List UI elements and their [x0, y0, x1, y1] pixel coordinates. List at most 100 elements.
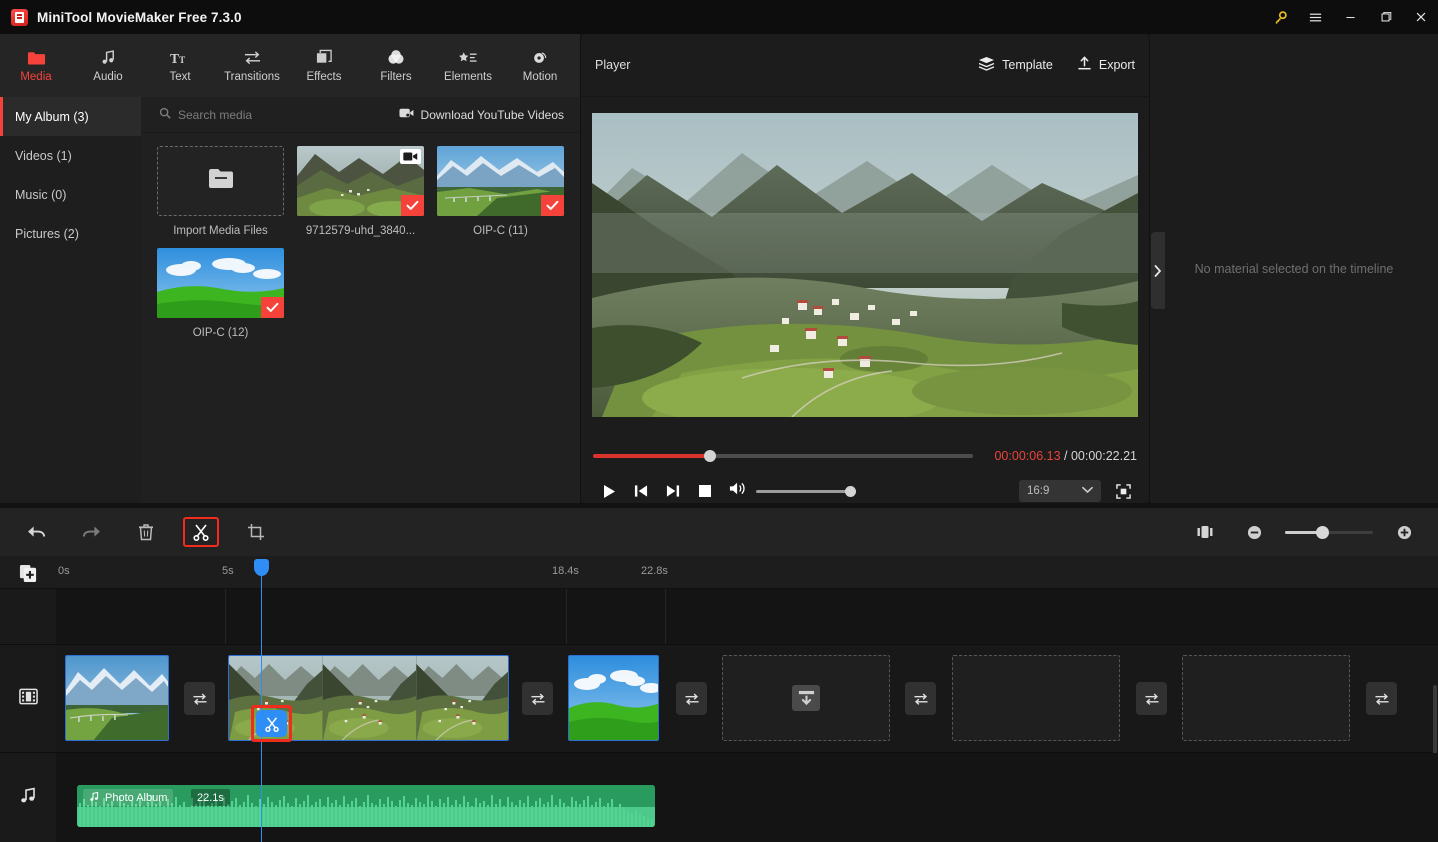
- volume-slider[interactable]: [756, 485, 856, 497]
- media-thumbnail[interactable]: [297, 146, 424, 216]
- delete-button[interactable]: [128, 517, 164, 547]
- tab-media[interactable]: Media: [0, 34, 72, 97]
- media-thumbnail[interactable]: [157, 248, 284, 318]
- player-title: Player: [595, 58, 631, 72]
- timeline-toolbar-left: [18, 517, 274, 547]
- split-button[interactable]: [183, 517, 219, 547]
- audio-clip-label: Photo Album: [83, 789, 174, 806]
- audio-clip-duration: 22.1s: [191, 789, 230, 806]
- panel-collapse-toggle[interactable]: [1151, 232, 1165, 309]
- volume-button[interactable]: [729, 481, 746, 501]
- export-button[interactable]: Export: [1077, 55, 1135, 75]
- clip-mountains[interactable]: [65, 655, 169, 741]
- tab-effects[interactable]: Effects: [288, 34, 360, 97]
- transition-slot-1[interactable]: [184, 682, 215, 715]
- media-item-picture-12[interactable]: OIP-C (12): [157, 248, 284, 339]
- clip-green-hill[interactable]: [568, 655, 659, 741]
- close-icon[interactable]: [1403, 0, 1438, 34]
- timeline-lane-audio[interactable]: Photo Album 22.1s: [56, 753, 1438, 842]
- filters-icon: [387, 48, 405, 67]
- transition-slot-6[interactable]: [1366, 682, 1397, 715]
- tab-elements[interactable]: Elements: [432, 34, 504, 97]
- track-head-video[interactable]: [0, 645, 56, 753]
- timeline-ruler[interactable]: 0s 5s 18.4s 22.8s: [0, 556, 1438, 589]
- transition-slot-3[interactable]: [676, 682, 707, 715]
- aspect-ratio-select[interactable]: 16:9: [1019, 480, 1101, 502]
- zoom-slider[interactable]: [1285, 525, 1373, 539]
- zoom-out-icon[interactable]: [1236, 517, 1272, 547]
- zoom-slider-handle[interactable]: [1316, 525, 1329, 539]
- tab-effects-label: Effects: [306, 71, 342, 83]
- sidebar-item-music-label: Music (0): [15, 187, 67, 202]
- media-item-video[interactable]: 9712579-uhd_3840...: [297, 146, 424, 237]
- download-youtube-videos-button[interactable]: Download YouTube Videos: [399, 107, 564, 122]
- sidebar-item-videos[interactable]: Videos (1): [0, 136, 141, 175]
- template-button[interactable]: Template: [978, 56, 1053, 75]
- music-note-icon: [89, 791, 100, 805]
- zoom-in-icon[interactable]: [1386, 517, 1422, 547]
- transition-slot-5[interactable]: [1136, 682, 1167, 715]
- key-icon[interactable]: [1263, 0, 1298, 34]
- sidebar-item-my-album[interactable]: My Album (3): [0, 97, 141, 136]
- maximize-icon[interactable]: [1368, 0, 1403, 34]
- motion-icon: [531, 48, 549, 67]
- property-panel: No material selected on the timeline: [1150, 34, 1438, 503]
- media-item-picture-11[interactable]: OIP-C (11): [437, 146, 564, 237]
- empty-slot-2[interactable]: [952, 655, 1120, 741]
- elements-icon: [458, 48, 478, 67]
- empty-slot-3[interactable]: [1182, 655, 1350, 741]
- audio-clip-photo-album[interactable]: Photo Album 22.1s: [77, 785, 655, 827]
- ruler-tick-3: 22.8s: [641, 565, 668, 577]
- preview-frame: [592, 113, 1138, 417]
- music-note-icon: [19, 786, 37, 810]
- seek-handle[interactable]: [704, 450, 716, 462]
- sidebar-item-pictures[interactable]: Pictures (2): [0, 214, 141, 253]
- media-caption: OIP-C (11): [473, 225, 528, 237]
- preview-image: [592, 113, 1138, 417]
- play-button[interactable]: [593, 477, 625, 505]
- effects-icon: [315, 48, 333, 67]
- add-media-track-icon[interactable]: [18, 563, 38, 583]
- seek-bar[interactable]: [593, 450, 973, 462]
- aspect-ratio-value: 16:9: [1027, 485, 1050, 497]
- redo-button[interactable]: [73, 517, 109, 547]
- tab-filters[interactable]: Filters: [360, 34, 432, 97]
- stop-button[interactable]: [689, 477, 721, 505]
- media-thumbnail[interactable]: [437, 146, 564, 216]
- undo-button[interactable]: [18, 517, 54, 547]
- fit-to-window-icon[interactable]: [1187, 517, 1223, 547]
- empty-slot-1[interactable]: [722, 655, 890, 741]
- seek-progress: [593, 454, 711, 458]
- previous-frame-button[interactable]: [625, 477, 657, 505]
- tab-audio[interactable]: Audio: [72, 34, 144, 97]
- tab-transitions[interactable]: Transitions: [216, 34, 288, 97]
- next-frame-button[interactable]: [657, 477, 689, 505]
- main-toolbar: Media Audio TT Text Transitions Effects: [0, 34, 580, 97]
- split-at-playhead-button[interactable]: [256, 710, 287, 737]
- video-preview[interactable]: [592, 113, 1138, 417]
- hamburger-menu-icon[interactable]: [1298, 0, 1333, 34]
- timeline-toolbar-right: [1187, 517, 1422, 547]
- timeline-lane-empty[interactable]: [56, 589, 1438, 645]
- playhead-handle[interactable]: [254, 559, 269, 576]
- media-caption: 9712579-uhd_3840...: [305, 225, 416, 237]
- transition-slot-4[interactable]: [905, 682, 936, 715]
- search-input[interactable]: Search media: [159, 106, 252, 124]
- tab-motion[interactable]: Motion: [504, 34, 576, 97]
- track-head-audio[interactable]: [0, 753, 56, 842]
- current-time: 00:00:06.13: [994, 449, 1061, 463]
- media-panel: Search media Download YouTube Videos Imp…: [141, 97, 580, 503]
- fullscreen-button[interactable]: [1109, 479, 1137, 503]
- import-media-dropzone[interactable]: [157, 146, 284, 216]
- import-media-files-cell[interactable]: Import Media Files: [157, 146, 284, 237]
- window-controls: [1263, 0, 1438, 34]
- sidebar-item-music[interactable]: Music (0): [0, 175, 141, 214]
- tab-text[interactable]: TT Text: [144, 34, 216, 97]
- volume-handle[interactable]: [845, 485, 856, 497]
- transition-slot-2[interactable]: [522, 682, 553, 715]
- sidebar-item-my-album-label: My Album (3): [15, 109, 89, 124]
- selected-check-icon: [261, 297, 284, 318]
- minimize-icon[interactable]: [1333, 0, 1368, 34]
- media-panel-toolbar: Search media Download YouTube Videos: [141, 97, 580, 133]
- crop-button[interactable]: [238, 517, 274, 547]
